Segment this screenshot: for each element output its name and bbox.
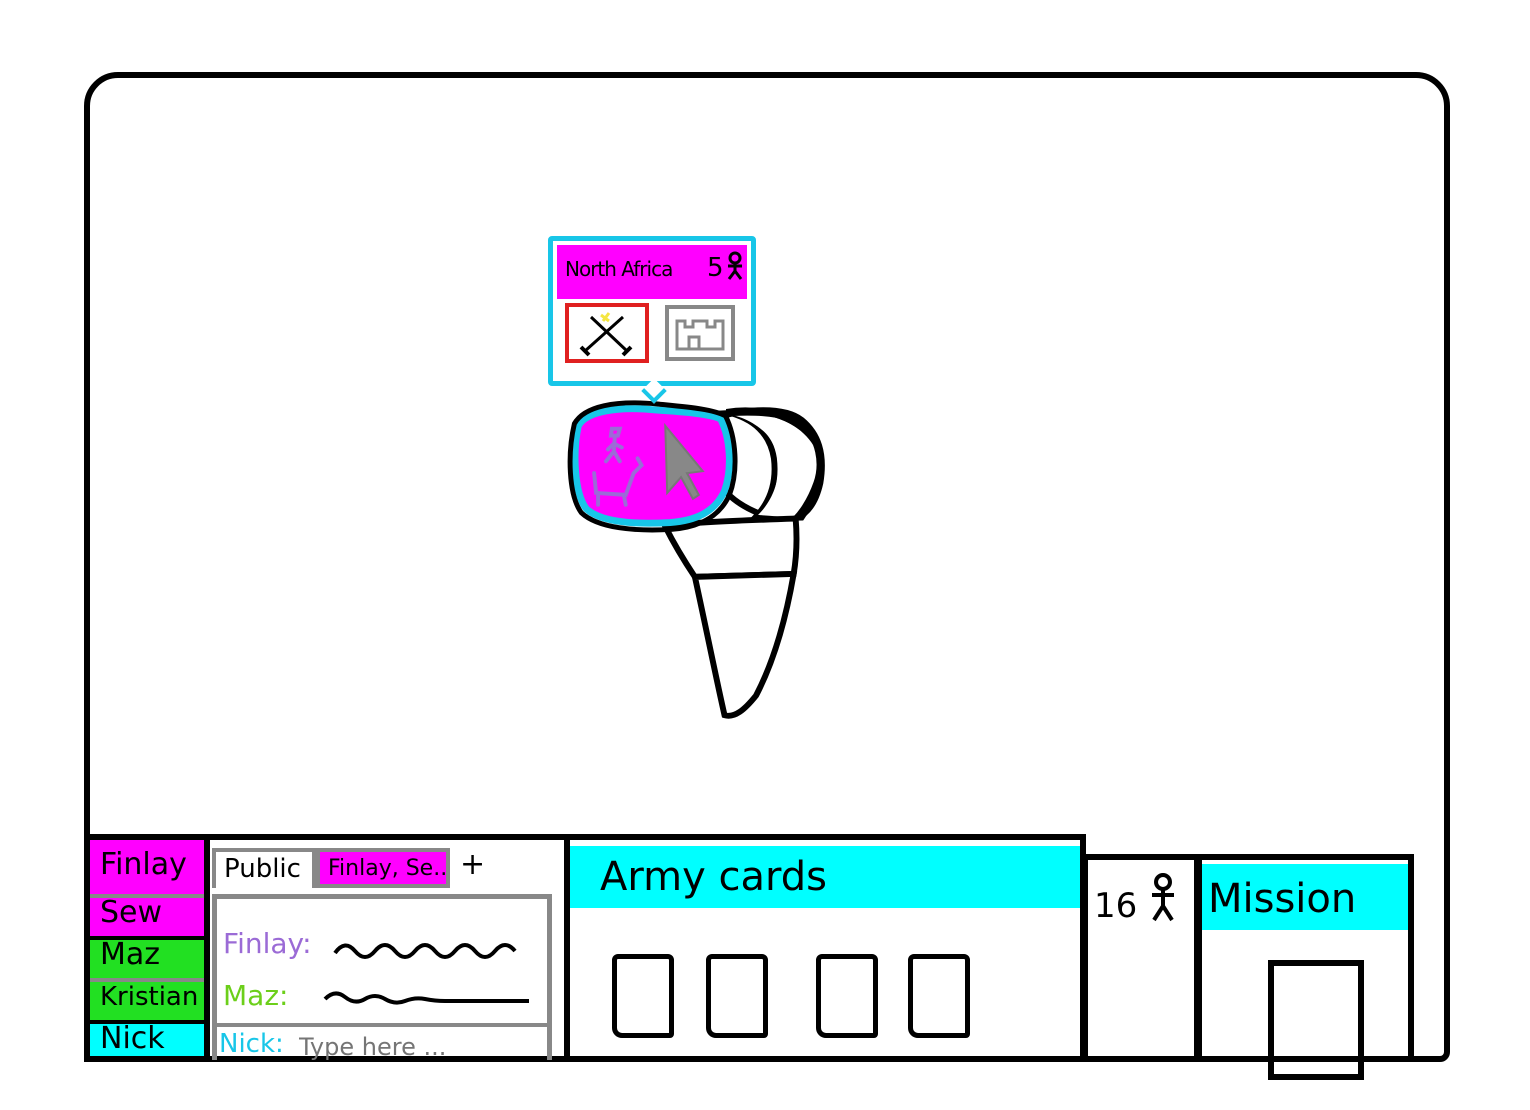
message-text-scribble — [333, 943, 517, 959]
chat-input-sender: Nick: — [219, 1029, 284, 1059]
chat-panel: Public Finlay, Se... + Finlay: Maz: Nick… — [206, 834, 570, 1063]
tab-finlay-sew[interactable]: Finlay, Se... — [316, 848, 450, 888]
army-cards-title: Army cards — [600, 854, 827, 900]
bottom-panel: Finlay Sew Maz Kristian Nick Public Finl… — [84, 834, 1414, 1080]
territory-north-africa[interactable] — [567, 400, 738, 533]
player-maz[interactable]: Maz — [90, 936, 204, 978]
fortress-icon — [675, 319, 725, 351]
message-text-scribble — [323, 991, 529, 1005]
message-sender-maz: Maz: — [223, 979, 289, 1012]
mission-card[interactable] — [1268, 960, 1364, 1080]
chat-messages: Finlay: Maz: Nick: — [212, 894, 552, 1063]
person-icon — [1152, 873, 1174, 922]
army-cards-panel: Army cards — [564, 834, 1086, 1062]
fortify-button[interactable] — [665, 305, 735, 361]
army-card-slot[interactable] — [908, 954, 970, 1038]
mission-title: Mission — [1208, 876, 1357, 922]
territory-troop-count: 5 — [707, 253, 724, 283]
crossed-swords-icon — [579, 312, 633, 357]
territory-name: North Africa — [565, 257, 673, 281]
player-sew[interactable]: Sew — [90, 894, 204, 936]
players-list: Finlay Sew Maz Kristian Nick — [84, 834, 210, 1062]
chat-input[interactable] — [297, 1031, 541, 1063]
player-kristian[interactable]: Kristian — [90, 978, 204, 1020]
attack-button[interactable] — [565, 303, 649, 363]
territory-popup-header: North Africa 5 — [557, 245, 747, 299]
player-nick[interactable]: Nick — [90, 1020, 204, 1056]
army-card-slot[interactable] — [706, 954, 768, 1038]
troops-panel: 16 — [1082, 854, 1200, 1062]
tab-new-chat-button[interactable]: + — [452, 848, 492, 888]
mission-panel[interactable]: Mission — [1196, 854, 1414, 1080]
territory-south-africa[interactable] — [691, 570, 798, 719]
chat-input-divider — [217, 1023, 547, 1027]
player-finlay[interactable]: Finlay — [90, 840, 204, 894]
army-card-slot[interactable] — [612, 954, 674, 1038]
tab-public[interactable]: Public — [212, 848, 316, 888]
message-sender-finlay: Finlay: — [223, 927, 312, 960]
troop-count: 16 — [1094, 886, 1138, 926]
person-icon — [727, 251, 743, 280]
territory-popup: North Africa 5 — [548, 236, 756, 404]
army-card-slot[interactable] — [816, 954, 878, 1038]
